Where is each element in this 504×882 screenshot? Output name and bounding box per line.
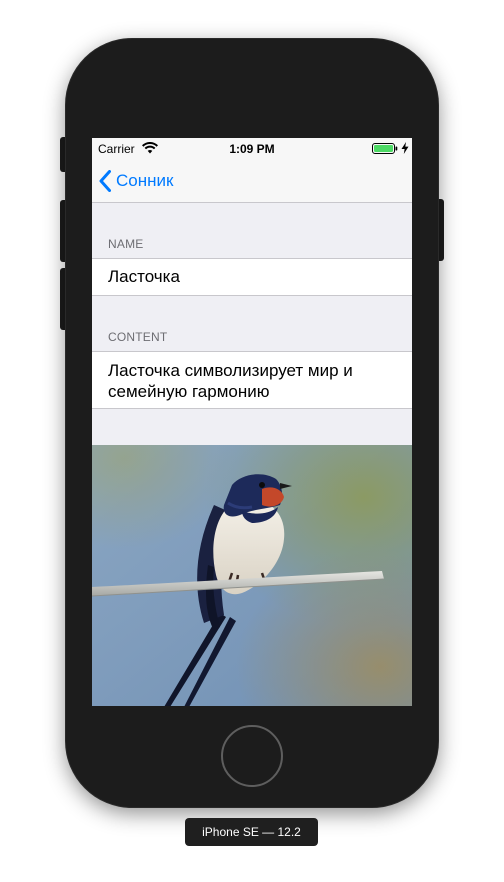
home-button[interactable] — [221, 725, 283, 787]
chevron-left-icon — [99, 170, 111, 192]
charging-icon — [401, 142, 409, 154]
battery-icon — [372, 143, 398, 154]
swallow-photo — [92, 445, 412, 706]
name-section-header: NAME — [108, 237, 144, 251]
content-field[interactable]: Ласточка символизирует мир и семейную га… — [92, 351, 412, 409]
back-button-label: Сонник — [116, 171, 174, 190]
status-time: 1:09 PM — [229, 142, 275, 156]
content-section-header: CONTENT — [108, 330, 168, 344]
status-bar: Carrier 1:09 PM — [92, 138, 412, 158]
swallow-illustration — [92, 445, 412, 706]
navigation-bar: Сонник — [92, 158, 412, 203]
back-button[interactable]: Сонник — [99, 169, 173, 193]
screen: Carrier 1:09 PM Сонник NAME Ласточка CON… — [92, 138, 412, 706]
name-field[interactable]: Ласточка — [92, 258, 412, 296]
device-model-label: iPhone SE — 12.2 — [185, 818, 318, 846]
